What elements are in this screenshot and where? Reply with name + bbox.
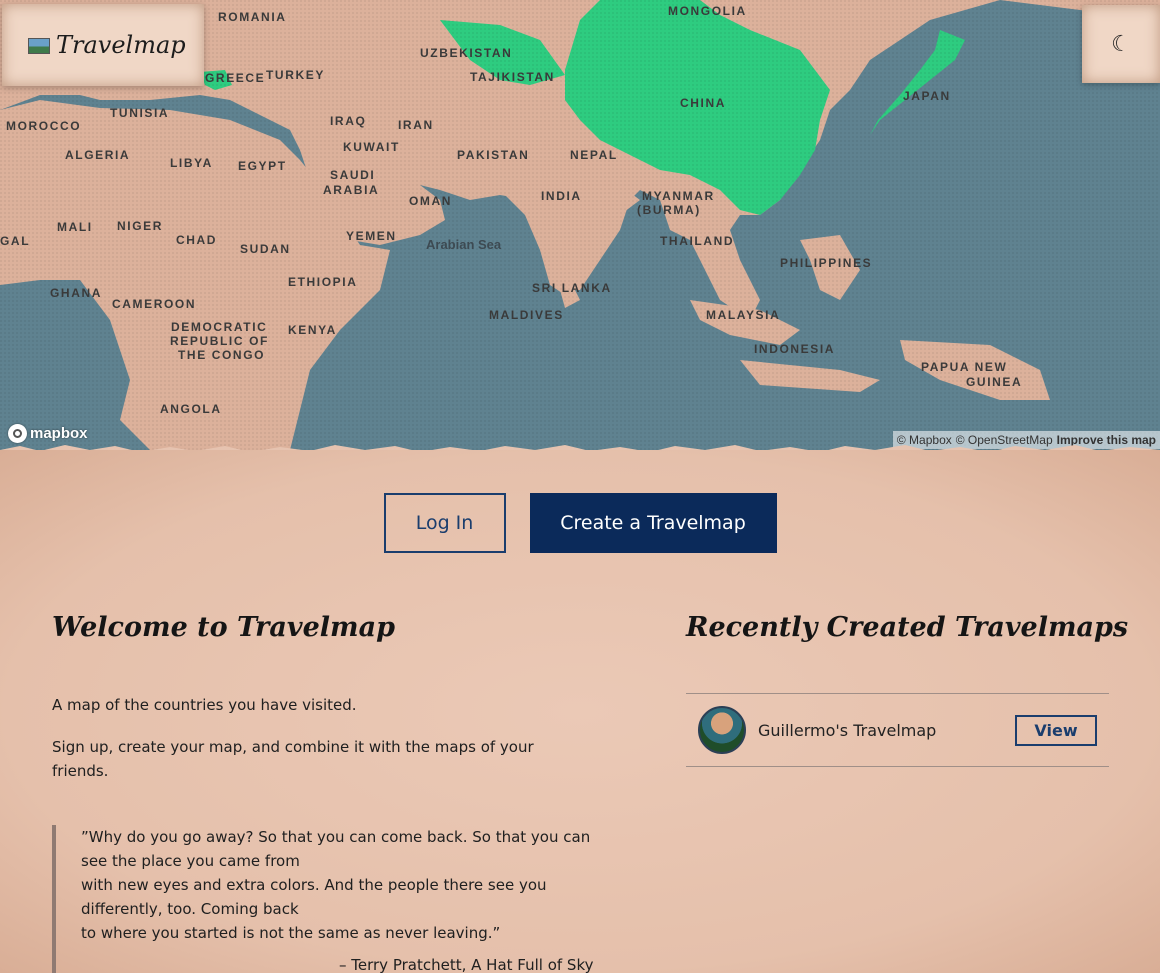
map-label: THAILAND	[660, 234, 735, 248]
map-label: GAL	[0, 234, 31, 248]
list-item: Guillermo's Travelmap View	[686, 693, 1109, 767]
moon-icon: ☾	[1111, 31, 1131, 57]
map-label: GUINEA	[966, 375, 1023, 389]
map-label: MONGOLIA	[668, 4, 747, 18]
recent-travelmaps-heading: Recently Created Travelmaps	[686, 612, 1129, 643]
create-travelmap-button[interactable]: Create a Travelmap	[529, 493, 777, 553]
map-label: ALGERIA	[65, 148, 131, 162]
map-label: MALDIVES	[489, 308, 564, 322]
map-label: IRAQ	[330, 114, 367, 128]
map-label: LIBYA	[170, 156, 213, 170]
travel-quote: ”Why do you go away? So that you can com…	[52, 825, 602, 973]
quote-line: differently, too. Coming back	[81, 900, 299, 918]
map-label: JAPAN	[903, 89, 951, 103]
map-label: TUNISIA	[110, 106, 170, 120]
map-label: MYANMAR	[642, 189, 715, 203]
login-button[interactable]: Log In	[383, 493, 506, 553]
map-label: UZBEKISTAN	[420, 46, 513, 60]
map-label: CHAD	[176, 233, 218, 247]
map-label: Arabian Sea	[426, 237, 502, 252]
map-label: NEPAL	[570, 148, 618, 162]
map-label: PHILIPPINES	[780, 256, 873, 270]
map-label: ROMANIA	[218, 10, 287, 24]
map-label: PAKISTAN	[457, 148, 530, 162]
quote-line: with new eyes and extra colors. And the …	[81, 876, 547, 894]
map-label: CHINA	[680, 96, 726, 110]
map-label: SUDAN	[240, 242, 291, 256]
map-label: CAMEROON	[112, 297, 197, 311]
quote-line: to where you started is not the same as …	[81, 924, 501, 942]
map-label: MALAYSIA	[706, 308, 781, 322]
map-label: KENYA	[288, 323, 337, 337]
quote-citation: – Terry Pratchett, A Hat Full of Sky	[339, 956, 594, 973]
map-label: (BURMA)	[637, 203, 701, 217]
travelmap-name: Guillermo's Travelmap	[758, 720, 937, 740]
map-label: ETHIOPIA	[288, 275, 358, 289]
map-label: SAUDI	[330, 168, 376, 182]
map-label: TURKEY	[266, 68, 325, 82]
world-map-icon	[28, 38, 50, 54]
action-buttons: Log In Create a Travelmap	[0, 493, 1160, 553]
welcome-heading: Welcome to Travelmap	[52, 612, 395, 643]
map-label: INDONESIA	[754, 342, 836, 356]
map-label: THE CONGO	[178, 348, 266, 362]
welcome-description: A map of the countries you have visited.	[52, 696, 357, 714]
map-label: DEMOCRATIC	[171, 320, 268, 334]
main-content: Log In Create a Travelmap Welcome to Tra…	[0, 450, 1160, 973]
avatar	[698, 706, 746, 754]
map-label: YEMEN	[346, 229, 397, 243]
brand-logo[interactable]: Travelmap	[2, 4, 204, 86]
map-label: REPUBLIC OF	[170, 334, 269, 348]
map-label: ARABIA	[323, 183, 380, 197]
welcome-signup-text: Sign up, create your map, and combine it…	[52, 738, 534, 780]
map-label: ANGOLA	[160, 402, 222, 416]
map-label: OMAN	[409, 194, 453, 208]
map-label: IRAN	[398, 118, 434, 132]
view-button[interactable]: View	[1015, 714, 1097, 746]
map-label: MOROCCO	[6, 119, 82, 133]
quote-line: ”Why do you go away? So that you can com…	[81, 828, 591, 846]
map-label: KUWAIT	[343, 140, 400, 154]
quote-line: see the place you came from	[81, 852, 300, 870]
map-label: SRI LANKA	[532, 281, 612, 295]
theme-toggle-button[interactable]: ☾	[1082, 5, 1160, 83]
map-label: TAJIKISTAN	[470, 70, 555, 84]
map-label: EGYPT	[238, 159, 287, 173]
map-label: GREECE	[205, 71, 266, 85]
map-label: INDIA	[541, 189, 582, 203]
map-label: NIGER	[117, 219, 164, 233]
map-label: GHANA	[50, 286, 102, 300]
brand-title: Travelmap	[56, 31, 186, 59]
map-label: PAPUA NEW	[921, 360, 1008, 374]
mapbox-wordmark: mapbox	[30, 424, 88, 442]
map-label: MALI	[57, 220, 93, 234]
